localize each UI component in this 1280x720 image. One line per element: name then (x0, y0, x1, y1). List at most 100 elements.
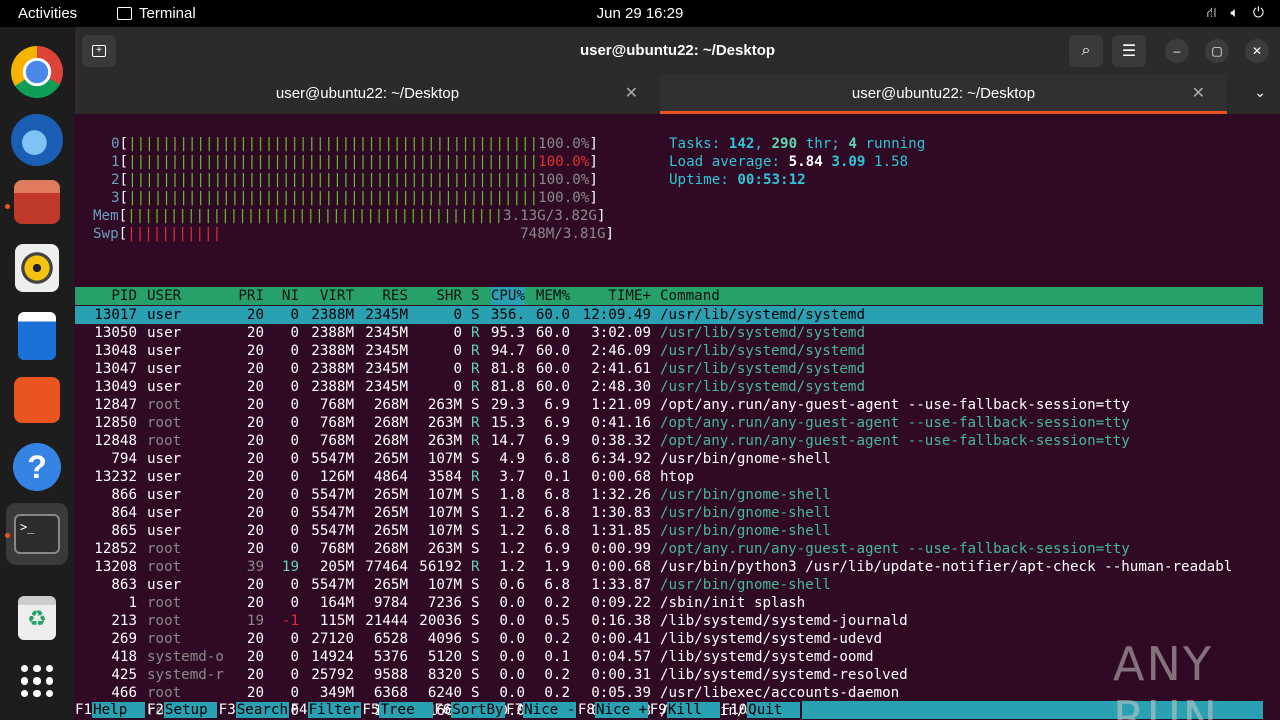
process-row[interactable]: 13049 user 20 0 2388M 2345M 0 R 81.8 60.0 2:48.30/… (75, 378, 1263, 396)
cell-cpu: 1.2 (499, 505, 525, 521)
process-row[interactable]: 12850 root 20 0 768M 268M 263M R 15.3 6.9 0:41.16 /… (75, 414, 1263, 432)
column-header-res[interactable]: RES (382, 287, 408, 305)
process-row[interactable]: 13232 user 20 0 126M 4864 3584 R 3.7 0.1 0:00.68 ht… (75, 468, 1263, 486)
cell-mem: 0.2 (544, 667, 570, 683)
trash-icon[interactable]: ♻ (18, 596, 56, 640)
column-header-virt[interactable]: VIRT (320, 287, 354, 305)
process-row[interactable]: 13048 user 20 0 2388M 2345M 0 R 94.7 60.0 2:46.09/… (75, 342, 1263, 360)
process-row[interactable]: 794 user 20 0 5547M 265M 107M S 4.9 6.8 6:34.92/us… (75, 450, 1263, 468)
terminal-content[interactable]: 0[||||||||||||||||||||||||||||||||||||||… (75, 114, 1280, 720)
cell-shr: 3584 (427, 469, 462, 485)
running-indicator (5, 204, 10, 209)
cell-virt: 2388M (311, 325, 354, 341)
cell-mem: 60.0 (535, 307, 570, 323)
cell-pid: 13048 (94, 343, 137, 359)
column-header-cmd[interactable]: Command (660, 287, 720, 305)
process-table-header[interactable]: PID USER PRI NI VIRT RES SHR S CPU% MEM% TIME+ Comm… (75, 287, 1263, 305)
function-key-f10[interactable]: F10Quit (722, 701, 801, 719)
column-header-mem[interactable]: MEM% (536, 287, 570, 305)
show-apps-icon[interactable] (21, 665, 53, 697)
cell-shr: 56192 (419, 559, 462, 575)
cell-time: 3:02.09 (591, 325, 651, 341)
cell-pri: 20 (246, 415, 264, 431)
function-key-f2[interactable]: F2Setup (147, 701, 218, 719)
function-key-bar: F1Help F2Setup F3Search F4Filter F5Tree F6… (75, 701, 1263, 719)
cell-user: user (147, 451, 182, 467)
thunderbird-icon[interactable] (11, 114, 63, 166)
cell-shr: 0 (453, 325, 462, 341)
function-key-f5[interactable]: F5Tree (362, 701, 433, 719)
meter-bracket: [ (119, 172, 129, 188)
column-header-pri[interactable]: PRI (238, 287, 264, 305)
process-row[interactable]: 213 root 19 -1 115M 21444 20036 S 0.0 0.5 0:16.38 /… (75, 612, 1263, 630)
cell-s: R (471, 361, 480, 377)
process-row[interactable]: 13017 user 20 0 2388M 2345M 0 S 356. 60.0 12:09.49… (75, 306, 1263, 324)
cpu-id: 1 (111, 154, 120, 170)
system-tray[interactable]: ⛙ 🔈︎ ⏻ (1207, 4, 1264, 23)
process-row[interactable]: 425 systemd-r 20 0 25792 9588 8320 S 0.0 0.2 0:00.… (75, 666, 1263, 684)
swp-bar: ||||||||||| (127, 226, 222, 242)
cell-cmd: /opt/any.run/any-guest-agent --use-fallb… (660, 541, 1130, 557)
cell-time: 2:46.09 (591, 343, 651, 359)
column-header-ni[interactable]: NI (282, 287, 299, 305)
menu-button[interactable]: ☰ (1112, 35, 1146, 67)
help-icon[interactable]: ? (13, 443, 61, 491)
search-button[interactable]: ⌕ (1069, 35, 1103, 67)
column-header-user[interactable]: USER (147, 287, 181, 305)
files-icon[interactable] (14, 180, 60, 224)
column-header-shr[interactable]: SHR (436, 287, 462, 305)
function-key-f1[interactable]: F1Help (75, 701, 146, 719)
column-header-cpu[interactable]: CPU% (490, 287, 525, 305)
process-row[interactable]: 866 user 20 0 5547M 265M 107M S 1.8 6.8 1:32.26/us… (75, 486, 1263, 504)
process-row[interactable]: 13050 user 20 0 2388M 2345M 0 R 95.3 60.0 3:02.09/… (75, 324, 1263, 342)
tab-1[interactable]: user@ubuntu22: ~/Desktop ✕ (75, 74, 660, 114)
tab-close-icon[interactable]: ✕ (1192, 83, 1205, 103)
column-header-s[interactable]: S (471, 287, 480, 305)
maximize-button[interactable]: ▢ (1205, 39, 1229, 63)
close-button[interactable]: ✕ (1245, 39, 1269, 63)
process-row[interactable]: 418 systemd-o 20 0 14924 5376 5120 S 0.0 0.1 0:04.… (75, 648, 1263, 666)
tab-2[interactable]: user@ubuntu22: ~/Desktop ✕ (660, 74, 1227, 114)
function-key-f8[interactable]: F8Nice + (578, 701, 649, 719)
cell-cpu: 0.0 (499, 631, 525, 647)
chrome-icon[interactable] (11, 46, 63, 98)
clock[interactable]: Jun 29 16:29 (0, 5, 1280, 22)
function-key-f4[interactable]: F4Filter (291, 701, 361, 719)
title-bar[interactable]: + user@ubuntu22: ~/Desktop ⌕ ☰ – ▢ ✕ (75, 27, 1280, 74)
cell-cpu: 0.0 (499, 667, 525, 683)
process-row[interactable]: 863 user 20 0 5547M 265M 107M S 0.6 6.8 1:33.87/us… (75, 576, 1263, 594)
meter-bracket: ] (589, 154, 598, 170)
process-row[interactable]: 12847 root 20 0 768M 268M 263M S 29.3 6.9 1:21.09 /… (75, 396, 1263, 414)
cell-ni: 0 (290, 307, 299, 323)
process-row[interactable]: 466 root 20 0 349M 6368 6240 S 0.0 0.2 0:05.39/usr… (75, 684, 1263, 702)
swp-label: Swp (93, 226, 119, 242)
process-row[interactable]: 13047 user 20 0 2388M 2345M 0 R 81.8 60.0 2:41.61/… (75, 360, 1263, 378)
process-row[interactable]: 864 user 20 0 5547M 265M 107M S 1.2 6.8 1:30.83/us… (75, 504, 1263, 522)
column-header-time[interactable]: TIME+ (608, 287, 651, 305)
cell-shr: 4096 (427, 631, 462, 647)
process-row[interactable]: 12848 root 20 0 768M 268M 263M R 14.7 6.9 0:38.32 /… (75, 432, 1263, 450)
cell-cpu: 0.0 (499, 595, 525, 611)
column-header-pid[interactable]: PID (111, 287, 137, 305)
rhythmbox-icon[interactable] (15, 244, 59, 292)
process-row[interactable]: 269 root 20 0 27120 6528 4096 S 0.0 0.2 0:00.41/li… (75, 630, 1263, 648)
writer-icon[interactable] (18, 312, 56, 360)
cell-s: R (471, 433, 480, 449)
process-row[interactable]: 13208 root 39 19 205M 77464 56192 R 1.2 1.9 0:00.6… (75, 558, 1263, 576)
tab-close-icon[interactable]: ✕ (625, 83, 638, 103)
chevron-down-icon[interactable]: ⌄ (1254, 84, 1266, 101)
process-row[interactable]: 1 root 20 0 164M 9784 7236 S 0.0 0.2 0:09.22/sbin/… (75, 594, 1263, 612)
app-center-icon[interactable] (14, 377, 60, 423)
minimize-button[interactable]: – (1165, 39, 1189, 63)
function-key-f3[interactable]: F3Search (219, 701, 290, 719)
cell-cmd: /usr/lib/systemd/systemd (660, 307, 865, 323)
terminal-dock-icon[interactable]: >_ (14, 514, 60, 554)
dock: ? >_ ♻ (0, 27, 74, 720)
function-key-f7[interactable]: F7Nice - (506, 701, 577, 719)
cell-virt: 164M (319, 595, 354, 611)
function-key-f6[interactable]: F6SortBy (434, 701, 505, 719)
function-key-f9[interactable]: F9Kill (650, 701, 721, 719)
process-row[interactable]: 12852 root 20 0 768M 268M 263M S 1.2 6.9 0:00.99/o… (75, 540, 1263, 558)
process-row[interactable]: 865 user 20 0 5547M 265M 107M S 1.2 6.8 1:31.85/us… (75, 522, 1263, 540)
cell-time: 0:16.38 (591, 613, 651, 629)
